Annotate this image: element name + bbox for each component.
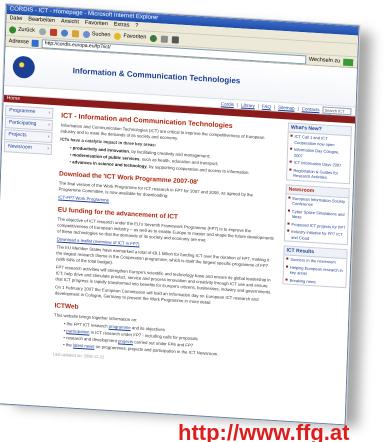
back-arrow-icon bbox=[8, 25, 17, 34]
refresh-button[interactable] bbox=[60, 28, 68, 37]
ict-results-box: ICT Results Success in the newsroom Help… bbox=[282, 245, 348, 289]
history-button[interactable] bbox=[150, 34, 158, 42]
home-icon bbox=[71, 29, 79, 37]
star-icon bbox=[114, 32, 122, 40]
back-button[interactable]: Zurück bbox=[8, 25, 35, 35]
newsroom-box: Newsroom European Information Society Co… bbox=[283, 183, 350, 246]
mail-icon bbox=[161, 35, 169, 43]
whats-new-box: What's New? ICT Call 1 and ICT Cooperati… bbox=[286, 122, 352, 184]
util-link-sitemap[interactable]: Sitemap bbox=[278, 104, 295, 110]
eu-logo[interactable] bbox=[12, 55, 36, 79]
ictweb-link-projects[interactable]: projects bbox=[118, 338, 133, 344]
menu-help[interactable]: ? bbox=[135, 22, 138, 30]
menu-favorites[interactable]: Favoriten bbox=[85, 19, 108, 28]
forward-arrow-icon bbox=[38, 27, 46, 35]
print-button[interactable] bbox=[172, 35, 180, 44]
nav-item-newsroom[interactable]: Newsroom bbox=[3, 141, 53, 156]
refresh-icon bbox=[60, 28, 68, 37]
search-icon bbox=[82, 30, 90, 38]
menu-tools[interactable]: Extras bbox=[114, 21, 130, 30]
stop-icon bbox=[49, 28, 57, 36]
browser-window: CORDIS - ICT - Homepage - Microsoft Inte… bbox=[0, 4, 360, 426]
whats-new-item[interactable]: Registration & Guides for Research Activ… bbox=[287, 166, 349, 183]
menu-edit[interactable]: Bearbeiten bbox=[28, 15, 55, 25]
page-content: Information & Communication Technologies… bbox=[0, 47, 357, 425]
stage: CORDIS - ICT - Homepage - Microsoft Inte… bbox=[0, 0, 391, 442]
address-label: Adresse bbox=[8, 38, 29, 46]
util-link-cordis[interactable]: Cordis bbox=[221, 101, 234, 107]
ie-page-icon bbox=[31, 39, 39, 47]
ictweb-link-news[interactable]: latest news bbox=[73, 343, 95, 349]
footer-url[interactable]: http://www.ffg.at bbox=[178, 420, 349, 442]
favorites-button[interactable]: Favoriten bbox=[114, 32, 146, 41]
go-label[interactable]: Wechseln zu bbox=[309, 57, 341, 65]
history-icon bbox=[150, 34, 158, 42]
search-button[interactable]: Suchen bbox=[82, 30, 111, 39]
util-link-library[interactable]: Library bbox=[241, 102, 255, 108]
util-link-contacts[interactable]: Contacts bbox=[302, 106, 320, 112]
site-search-input[interactable]: Search ICT web bbox=[322, 105, 352, 118]
go-button[interactable] bbox=[343, 58, 354, 66]
ictweb-link-participation[interactable]: participation bbox=[66, 328, 89, 334]
ictweb-link-programme[interactable]: programme bbox=[109, 324, 131, 330]
main-content: ICT - Information and Communication Tech… bbox=[47, 105, 285, 371]
menu-view[interactable]: Ansicht bbox=[61, 17, 79, 26]
menu-file[interactable]: Datei bbox=[9, 14, 22, 23]
content-columns: Programme Participating Projects Newsroo… bbox=[0, 102, 355, 375]
mail-button[interactable] bbox=[161, 35, 169, 43]
util-link-faq[interactable]: FAQ bbox=[262, 103, 271, 109]
stop-button[interactable] bbox=[49, 28, 57, 36]
forward-button[interactable] bbox=[38, 27, 46, 35]
print-icon bbox=[172, 35, 180, 44]
newsroom-item[interactable]: Industry initiative for FP7 ICT and Clou… bbox=[285, 227, 347, 244]
home-button[interactable] bbox=[71, 29, 79, 37]
site-title: Information & Communication Technologies bbox=[72, 65, 241, 85]
right-sidebar: What's New? ICT Call 1 and ICT Cooperati… bbox=[276, 119, 355, 375]
